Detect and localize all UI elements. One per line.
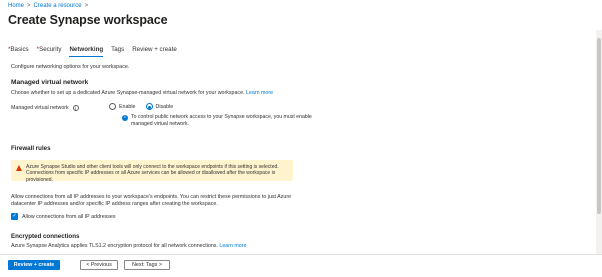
firewall-description-line: Allow connections from all IP addresses … — [11, 194, 292, 200]
scrollbar-thumb[interactable] — [597, 38, 601, 214]
breadcrumb-separator: > — [84, 3, 89, 9]
warning-line: Connections from specific IP addresses o… — [26, 170, 276, 183]
field-label-text: Managed virtual network — [11, 105, 69, 111]
managed-vnet-heading: Managed virtual network — [11, 79, 89, 86]
warning-text: Azure Synapse Studio and other client to… — [26, 164, 288, 183]
info-note-line: managed virtual network. — [131, 120, 189, 127]
firewall-description-line: datacenter IP addresses and/or specific … — [11, 201, 218, 208]
managed-vnet-description: Choose whether to set up a dedicated Azu… — [11, 90, 273, 97]
previous-button[interactable]: < Previous — [80, 260, 118, 270]
tab-label: Basics — [10, 46, 29, 53]
warning-icon — [16, 164, 22, 171]
managed-vnet-radio-group: Enable Disable — [109, 103, 173, 110]
checkbox-label: Allow connections from all IP addresses — [22, 213, 116, 220]
review-create-button[interactable]: Review + create — [8, 260, 60, 270]
more-options-icon[interactable]: ··· — [126, 14, 136, 23]
tab-basics[interactable]: *Basics — [8, 46, 29, 57]
tab-networking[interactable]: Networking — [69, 46, 104, 57]
tab-security[interactable]: *Security — [37, 46, 62, 57]
tab-label: Security — [39, 46, 62, 53]
encrypted-learn-more-link[interactable]: Learn more — [219, 243, 246, 249]
encrypted-description-text: Azure Synapse Analytics applies TLS1.2 e… — [11, 243, 218, 249]
radio-button-icon[interactable] — [109, 103, 116, 110]
radio-label: Enable — [119, 103, 136, 110]
tab-label: Networking — [69, 46, 104, 53]
radio-enable[interactable]: Enable — [109, 103, 136, 110]
info-icon[interactable]: i — [72, 105, 79, 111]
managed-vnet-learn-more-link[interactable]: Learn more — [246, 90, 273, 96]
tab-tags[interactable]: Tags — [111, 46, 124, 57]
intro-text: Configure networking options for your wo… — [11, 64, 130, 70]
breadcrumb: Home > Create a resource > — [8, 3, 88, 9]
breadcrumb-separator: > — [27, 3, 31, 9]
footer-bar: Review + create < Previous Next: Tags > — [0, 254, 602, 277]
info-note-line: To control public network access to your… — [131, 114, 312, 120]
managed-vnet-field-label: Managed virtual network i — [11, 105, 79, 111]
wizard-tabs: *Basics *Security Networking Tags Review… — [8, 46, 185, 57]
info-icon: i — [122, 114, 128, 121]
firewall-heading: Firewall rules — [11, 145, 51, 152]
radio-disable[interactable]: Disable — [145, 103, 174, 110]
page-title: Create Synapse workspace — [8, 13, 168, 27]
breadcrumb-home-link[interactable]: Home — [8, 3, 24, 9]
tab-label: Tags — [111, 46, 125, 53]
info-note-text: To control public network access to your… — [131, 114, 312, 128]
radio-button-selected-icon[interactable] — [145, 103, 153, 110]
encrypted-description: Azure Synapse Analytics applies TLS1.2 e… — [11, 243, 246, 250]
radio-label: Disable — [155, 103, 174, 110]
firewall-description: Allow connections from all IP addresses … — [11, 194, 291, 208]
tab-review-create[interactable]: Review + create — [132, 46, 177, 57]
managed-vnet-info-note: i To control public network access to yo… — [122, 114, 332, 128]
managed-vnet-description-text: Choose whether to set up a dedicated Azu… — [11, 90, 245, 96]
checkbox-checked-icon[interactable]: ✓ — [11, 213, 18, 220]
firewall-warning-banner: Azure Synapse Studio and other client to… — [11, 160, 293, 183]
tab-label: Review + create — [132, 46, 177, 53]
next-tags-button[interactable]: Next: Tags > — [124, 260, 170, 270]
allow-all-ip-checkbox-row[interactable]: ✓ Allow connections from all IP addresse… — [11, 213, 116, 220]
breadcrumb-create-resource-link[interactable]: Create a resource — [34, 3, 82, 9]
encrypted-heading: Encrypted connections — [11, 233, 80, 240]
